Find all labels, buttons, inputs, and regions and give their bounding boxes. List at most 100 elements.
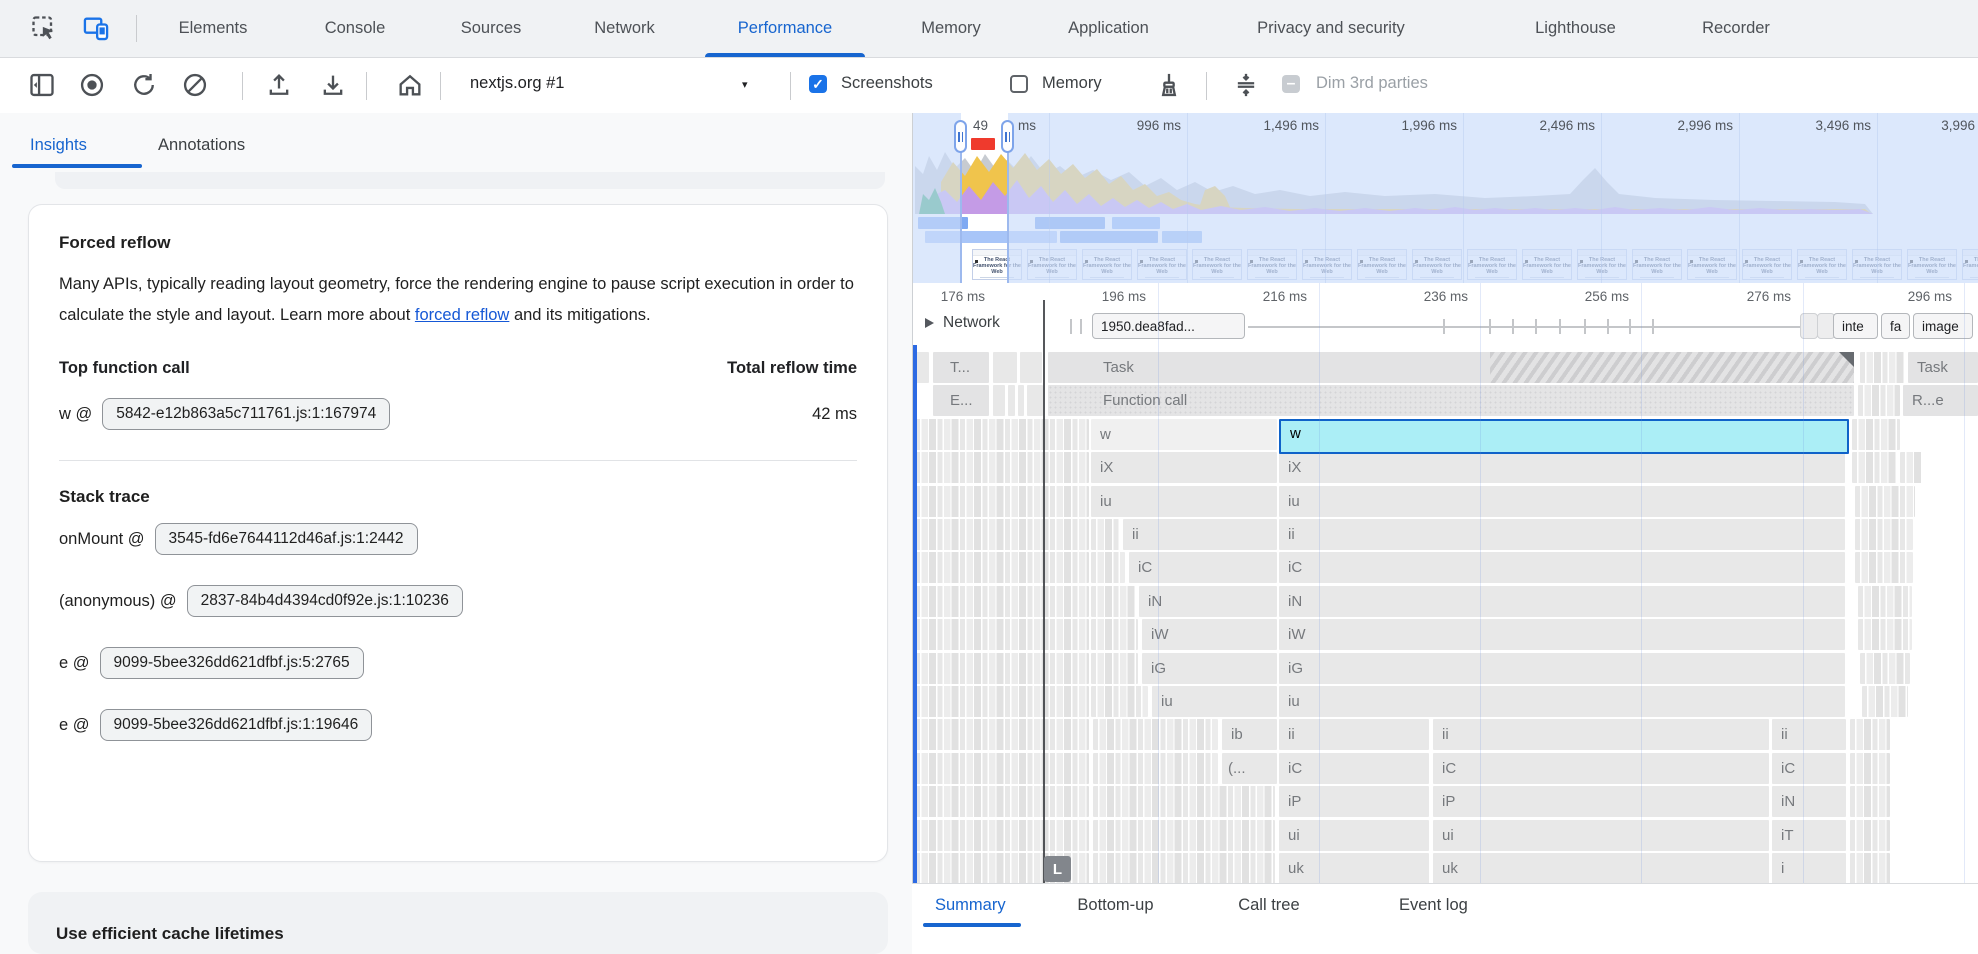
network-request-pill[interactable]: fa xyxy=(1881,313,1910,339)
source-location-link[interactable]: 3545-fd6e7644112d46af.js:1:2442 xyxy=(155,523,418,555)
record-icon[interactable] xyxy=(78,71,106,99)
flame-bar-ix[interactable]: iX xyxy=(1279,452,1845,483)
flame-bar[interactable] xyxy=(915,352,929,383)
flame-bar[interactable] xyxy=(915,486,1089,517)
tab-privacy-and-security[interactable]: Privacy and security xyxy=(1210,0,1452,57)
flame-bar[interactable] xyxy=(1091,619,1138,650)
tab-console[interactable]: Console xyxy=(309,0,401,57)
tab-recorder[interactable]: Recorder xyxy=(1678,0,1794,57)
flame-bar[interactable] xyxy=(1900,452,1922,483)
flame-bar[interactable] xyxy=(915,786,1089,817)
flame-bar[interactable] xyxy=(915,619,1089,650)
flame-bar-ig[interactable]: iG xyxy=(1142,653,1277,684)
network-request-pill[interactable]: inte xyxy=(1833,313,1878,339)
flame-bar-t[interactable]: T... xyxy=(933,352,989,383)
inspect-icon[interactable] xyxy=(30,14,58,42)
flame-bar[interactable] xyxy=(1093,786,1275,817)
flame-bar[interactable] xyxy=(1850,820,1890,851)
flame-bar[interactable] xyxy=(915,753,1089,784)
flame-bar[interactable] xyxy=(1093,853,1275,883)
flame-bar[interactable] xyxy=(915,653,1089,684)
source-location-link[interactable]: 5842-e12b863a5c711761.js:1:167974 xyxy=(102,398,390,430)
flame-bar[interactable] xyxy=(1855,519,1913,550)
flame-bar-in[interactable]: iN xyxy=(1279,586,1845,617)
flame-bar[interactable] xyxy=(1858,385,1900,416)
flame-bar[interactable] xyxy=(1850,753,1890,784)
flame-bar[interactable] xyxy=(1020,352,1042,383)
flame-bar-uk[interactable]: uk xyxy=(1433,853,1769,883)
screenshots-checkbox[interactable]: ✓ xyxy=(809,75,827,93)
flame-bar-task[interactable]: Task xyxy=(1908,352,1978,383)
flame-bar[interactable] xyxy=(1850,853,1890,883)
flame-bar[interactable] xyxy=(1858,619,1912,650)
source-location-link[interactable]: 9099-5bee326dd621dfbf.js:5:2765 xyxy=(100,647,364,679)
flame-bar[interactable] xyxy=(1850,719,1890,750)
clear-icon[interactable] xyxy=(181,71,209,99)
source-location-link[interactable]: 9099-5bee326dd621dfbf.js:1:19646 xyxy=(100,709,373,741)
tab-sources[interactable]: Sources xyxy=(442,0,540,57)
flame-bar-ii[interactable]: ii xyxy=(1433,719,1769,750)
selection-right-handle[interactable] xyxy=(1001,120,1014,153)
flame-bar-e[interactable]: E... xyxy=(933,385,989,416)
flame-bar[interactable] xyxy=(1091,586,1135,617)
device-toolbar-icon[interactable] xyxy=(82,14,110,42)
selection-left-handle[interactable] xyxy=(954,120,967,153)
tab-performance[interactable]: Performance xyxy=(705,0,865,57)
flame-bar-ib[interactable]: ib xyxy=(1222,719,1277,750)
layout-shift-badge[interactable]: L xyxy=(1044,856,1071,882)
flame-bar[interactable] xyxy=(1855,552,1913,583)
tab-call-tree[interactable]: Call tree xyxy=(1238,884,1299,926)
home-icon[interactable] xyxy=(396,71,424,99)
flame-bar-uk[interactable]: uk xyxy=(1279,853,1429,883)
flame-bar[interactable] xyxy=(1860,352,1904,383)
flame-bar[interactable] xyxy=(993,352,1017,383)
flame-bar-ic[interactable]: iC xyxy=(1129,552,1277,583)
flame-bar-ui[interactable]: ui xyxy=(1279,820,1429,851)
flame-bar[interactable] xyxy=(1860,653,1910,684)
dropdown-caret-icon[interactable]: ▾ xyxy=(742,78,748,91)
flame-bar[interactable] xyxy=(915,586,1089,617)
use-efficient-cache-lifetimes-card[interactable]: Use efficient cache lifetimes xyxy=(28,892,888,954)
flame-bar[interactable] xyxy=(1862,686,1908,717)
flame-bar-w[interactable]: w xyxy=(1091,419,1277,450)
flame-bar-ii[interactable]: ii xyxy=(1279,519,1845,550)
tab-insights[interactable]: Insights xyxy=(30,126,87,164)
compress-icon[interactable] xyxy=(1232,71,1260,99)
flame-bar-ui[interactable]: ui xyxy=(1433,820,1769,851)
forced-reflow-link[interactable]: forced reflow xyxy=(415,306,509,324)
memory-label[interactable]: Memory xyxy=(1042,74,1102,93)
flame-bar-re[interactable]: R...e xyxy=(1903,385,1978,416)
flame-bar[interactable] xyxy=(915,452,1089,483)
flame-bar[interactable] xyxy=(1091,519,1119,550)
flame-bar-ic[interactable]: iC xyxy=(1279,753,1429,784)
tab-event-log[interactable]: Event log xyxy=(1399,884,1468,926)
tab-annotations[interactable]: Annotations xyxy=(158,126,245,164)
flame-bar-iu[interactable]: iu xyxy=(1279,486,1845,517)
flame-bar[interactable] xyxy=(1027,385,1043,416)
timeline-overview[interactable]: The React Framework for the WebThe React… xyxy=(913,113,1978,283)
tab-network[interactable]: Network xyxy=(577,0,672,57)
tab-elements[interactable]: Elements xyxy=(163,0,263,57)
flame-bar[interactable] xyxy=(915,419,1089,450)
flame-bar-ic[interactable]: iC xyxy=(1279,552,1845,583)
flame-bar[interactable] xyxy=(915,686,1089,717)
flame-bar[interactable] xyxy=(1018,385,1024,416)
tab-summary[interactable]: Summary xyxy=(935,884,1006,926)
flame-bar-functioncall[interactable]: Function call xyxy=(1048,385,1854,416)
flame-bar-ip[interactable]: iP xyxy=(1433,786,1769,817)
flame-bar[interactable] xyxy=(1093,719,1218,750)
flame-bar[interactable] xyxy=(993,385,1005,416)
flame-bar[interactable] xyxy=(1091,552,1125,583)
flame-bar-ix[interactable]: iX xyxy=(1091,452,1277,483)
flame-bar[interactable] xyxy=(1091,653,1138,684)
flame-bar-iu[interactable]: iu xyxy=(1152,686,1277,717)
source-location-link[interactable]: 2837-84b4d4394cd0f92e.js:1:10236 xyxy=(187,585,463,617)
flame-bar-w[interactable]: w xyxy=(1279,419,1849,454)
flame-bar-in[interactable]: iN xyxy=(1772,786,1846,817)
flame-bar-in[interactable]: iN xyxy=(1139,586,1277,617)
garbage-icon[interactable] xyxy=(1155,71,1183,99)
flame-bar-i[interactable]: i xyxy=(1772,853,1846,883)
flame-bar[interactable] xyxy=(1852,452,1896,483)
flame-bar-iu[interactable]: iu xyxy=(1091,486,1277,517)
flame-chart[interactable]: T...TaskTaskE...Function callR...ewwiXiX… xyxy=(913,345,1978,883)
